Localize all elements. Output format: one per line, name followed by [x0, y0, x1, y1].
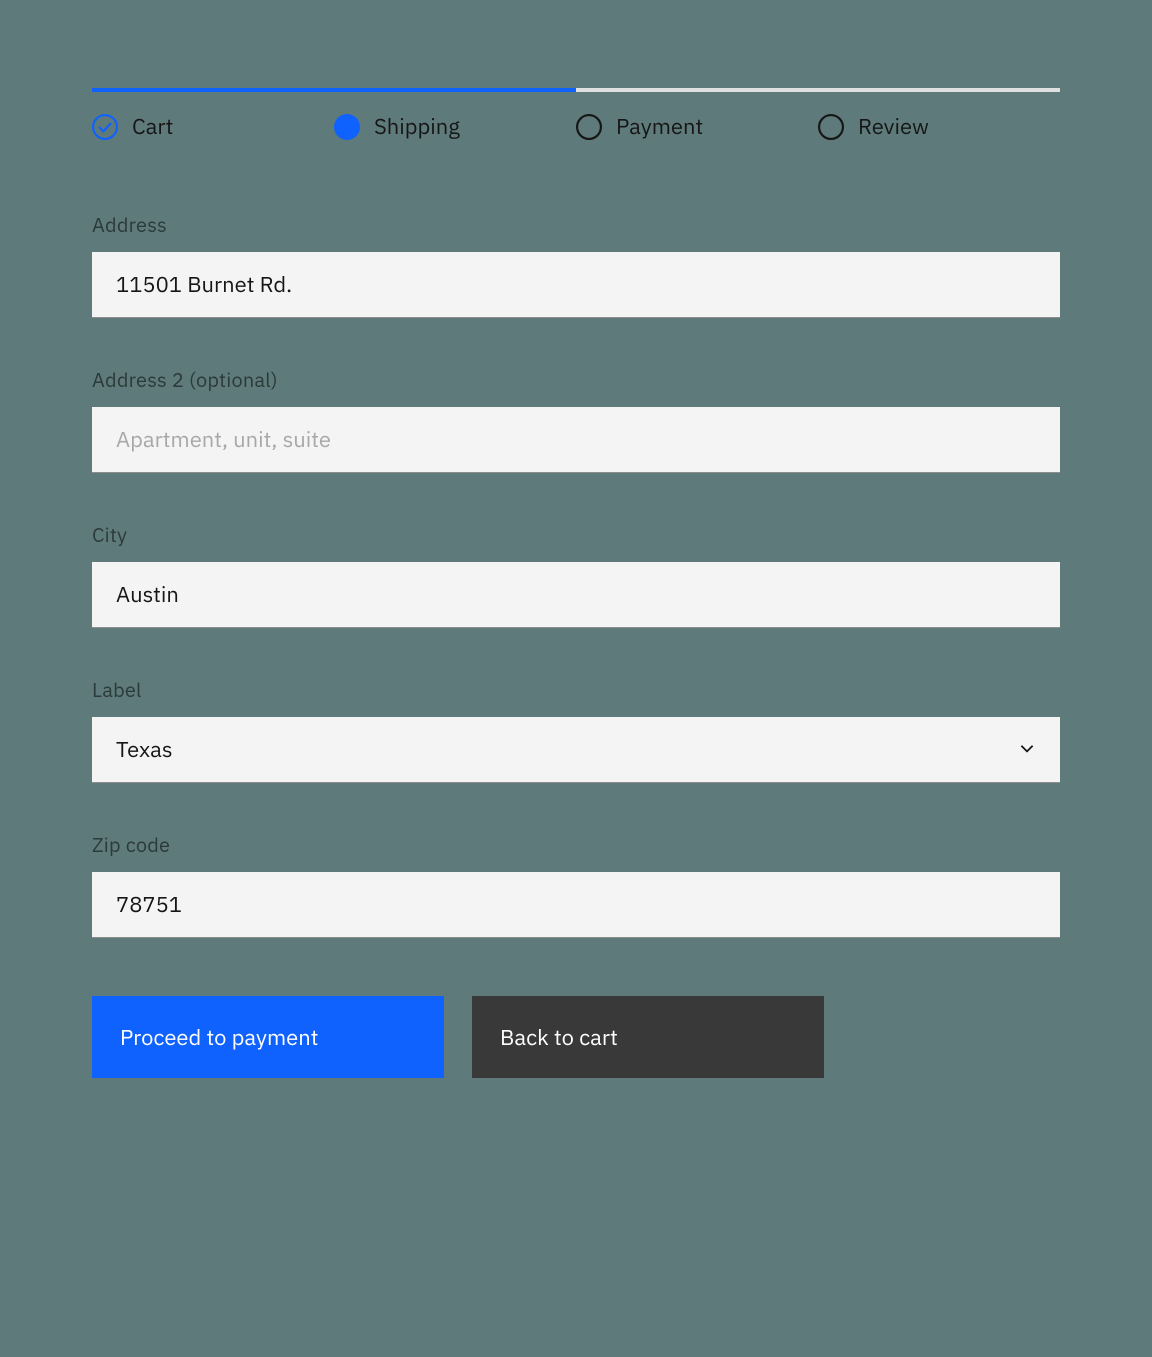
address2-input[interactable]	[92, 407, 1060, 473]
field-state: Label Texas	[92, 676, 1060, 783]
back-button[interactable]: Back to cart	[472, 996, 824, 1078]
step-cart[interactable]: Cart	[92, 112, 334, 141]
incomplete-step-icon	[576, 114, 602, 140]
state-label: Label	[92, 676, 1060, 703]
field-zip: Zip code	[92, 831, 1060, 938]
step-label: Payment	[616, 112, 703, 141]
city-label: City	[92, 521, 1060, 548]
checkout-form: Cart Shipping Payment R	[92, 88, 1060, 1078]
field-address: Address	[92, 211, 1060, 318]
city-input[interactable]	[92, 562, 1060, 628]
progress-seg-review	[818, 88, 1060, 92]
zip-input[interactable]	[92, 872, 1060, 938]
address-input[interactable]	[92, 252, 1060, 318]
field-address2: Address 2 (optional)	[92, 366, 1060, 473]
step-label: Shipping	[374, 112, 460, 141]
incomplete-step-icon	[818, 114, 844, 140]
progress-steps: Cart Shipping Payment R	[92, 112, 1060, 141]
step-label: Cart	[132, 112, 173, 141]
step-review[interactable]: Review	[818, 112, 1060, 141]
checkmark-circle-icon	[92, 114, 118, 140]
current-step-icon	[334, 114, 360, 140]
address2-label: Address 2 (optional)	[92, 366, 1060, 393]
progress-seg-shipping	[334, 88, 576, 92]
progress-seg-payment	[576, 88, 818, 92]
proceed-button[interactable]: Proceed to payment	[92, 996, 444, 1078]
state-select[interactable]: Texas	[92, 717, 1060, 783]
button-row: Proceed to payment Back to cart	[92, 996, 1060, 1078]
progress-bar	[92, 88, 1060, 92]
step-label: Review	[858, 112, 929, 141]
step-shipping[interactable]: Shipping	[334, 112, 576, 141]
zip-label: Zip code	[92, 831, 1060, 858]
state-value: Texas	[116, 735, 173, 764]
field-city: City	[92, 521, 1060, 628]
address-label: Address	[92, 211, 1060, 238]
progress-seg-cart	[92, 88, 334, 92]
step-payment[interactable]: Payment	[576, 112, 818, 141]
chevron-down-icon	[1018, 735, 1036, 764]
